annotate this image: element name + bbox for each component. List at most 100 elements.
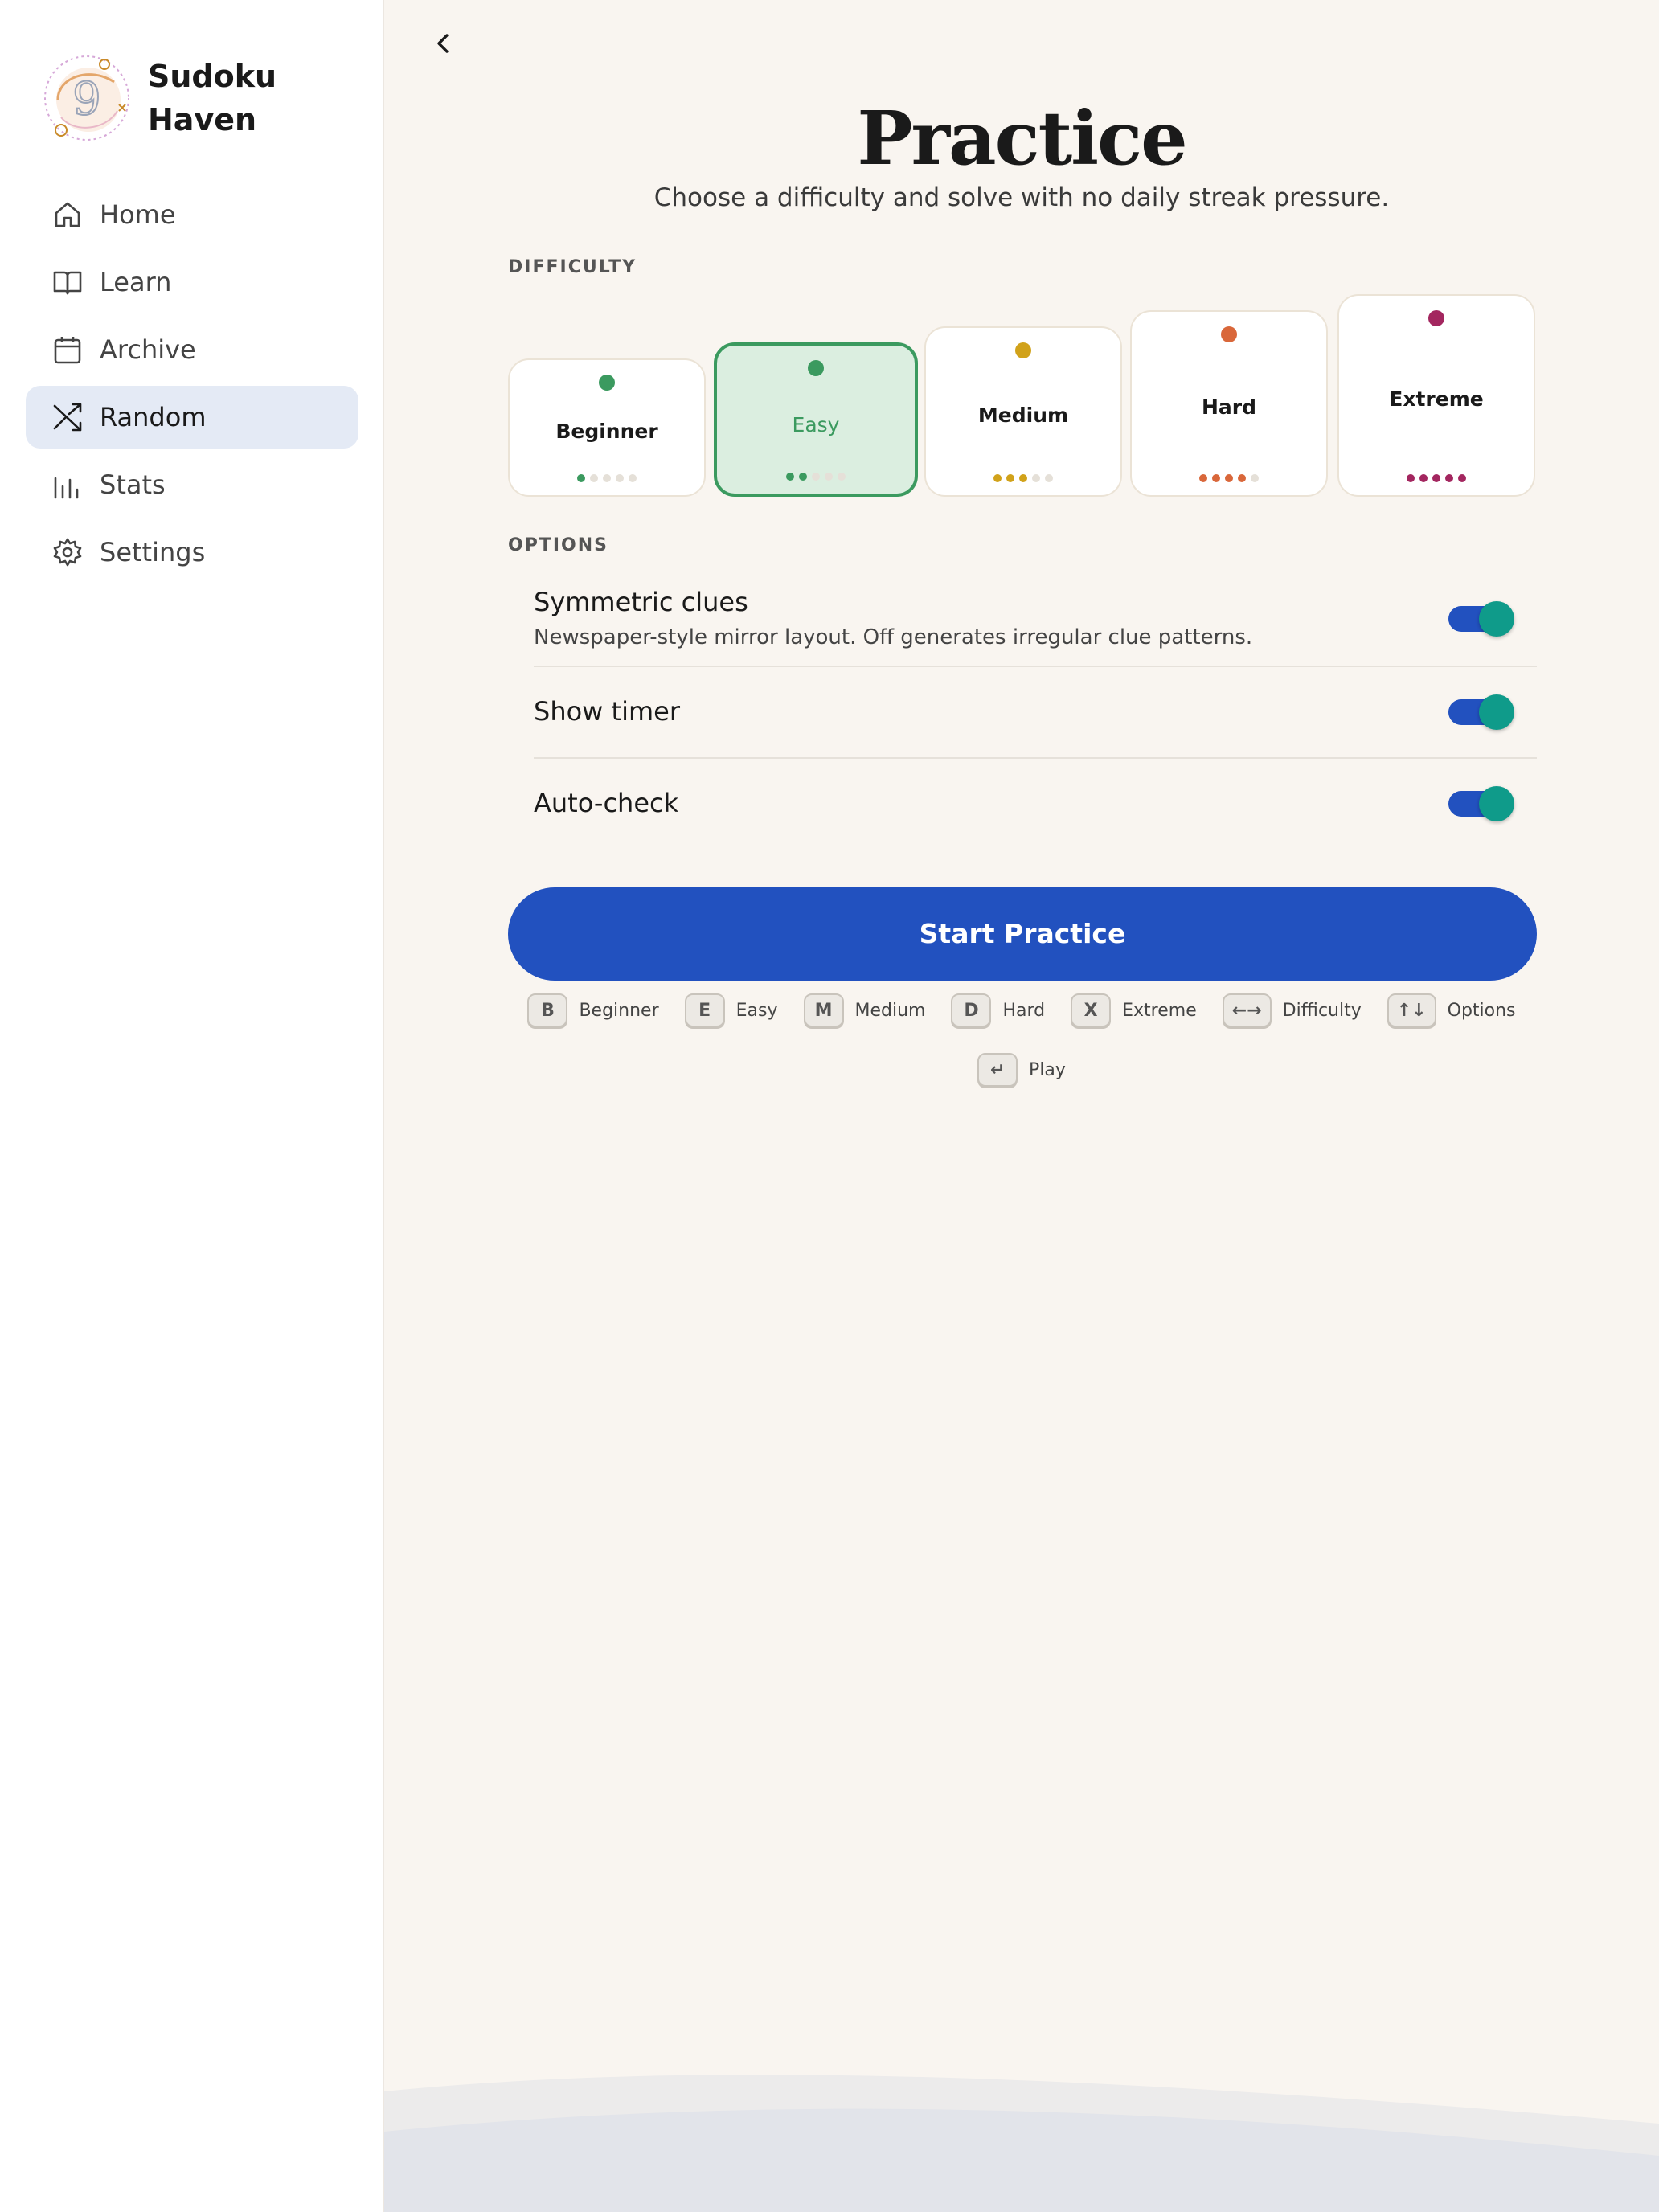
level-pip (1432, 474, 1440, 482)
level-pip (786, 473, 794, 481)
option-title: Auto-check (534, 788, 679, 818)
chevron-left-icon (437, 34, 449, 53)
page-subtitle: Choose a difficulty and solve with no da… (653, 183, 1390, 212)
shortcut-extreme: X Extreme (1071, 993, 1197, 1027)
shuffle-icon (53, 403, 82, 432)
keyboard-shortcuts: B Beginner E Easy M Medium D Hard X Extr… (384, 993, 1659, 1027)
brand[interactable]: 9 Sudoku Haven (42, 53, 309, 143)
bar-chart-icon (54, 477, 79, 499)
level-pip (1006, 474, 1014, 482)
sidebar-item-label: Learn (100, 267, 172, 297)
key-cap: M (803, 993, 844, 1027)
difficulty-section-label: DIFFICULTY (508, 257, 637, 277)
level-pip (1238, 474, 1246, 482)
level-pip (629, 474, 637, 482)
level-pip (1199, 474, 1207, 482)
divider (534, 666, 1537, 667)
level-pip (1251, 474, 1259, 482)
difficulty-pips (1132, 474, 1326, 482)
sidebar-item-label: Settings (100, 537, 206, 567)
level-pip (799, 473, 807, 481)
key-cap: ←→ (1222, 993, 1272, 1027)
shortcut-label: Hard (1002, 1000, 1046, 1021)
svg-text:9: 9 (72, 73, 101, 125)
shortcut-label: Options (1447, 1000, 1516, 1021)
auto-check-toggle[interactable] (1448, 786, 1514, 821)
shortcut-easy: E Easy (684, 993, 778, 1027)
difficulty-label: Easy (792, 413, 840, 436)
shortcut-beginner: B Beginner (527, 993, 659, 1027)
show-timer-toggle[interactable] (1448, 694, 1514, 730)
option-description: Newspaper-style mirror layout. Off gener… (534, 625, 1253, 649)
option-show-timer: Show timer (508, 696, 1537, 736)
symmetric-clues-toggle[interactable] (1448, 601, 1514, 637)
shortcut-label: Easy (735, 1000, 778, 1021)
sidebar: 9 Sudoku Haven Home Learn Archive Random… (0, 0, 384, 2212)
level-pip (603, 474, 611, 482)
difficulty-card-extreme[interactable]: Extreme (1337, 294, 1535, 497)
sidebar-item-label: Home (100, 199, 176, 230)
gear-icon (53, 538, 82, 567)
back-button[interactable] (429, 29, 458, 58)
sidebar-nav: Home Learn Archive Random Stats Settings (26, 183, 358, 588)
shortcut-label: Play (1029, 1059, 1066, 1080)
level-pip (838, 473, 846, 481)
level-pip (1407, 474, 1415, 482)
difficulty-dot (1428, 310, 1444, 326)
difficulty-card-medium[interactable]: Medium (924, 326, 1122, 497)
toggle-knob (1479, 786, 1514, 821)
keyboard-shortcuts-row-2: ↵ Play (384, 1053, 1659, 1087)
difficulty-dot (1221, 326, 1237, 342)
key-cap: X (1071, 993, 1112, 1027)
sidebar-item-random[interactable]: Random (26, 386, 358, 449)
app-name: Sudoku Haven (148, 59, 277, 137)
difficulty-dot (1015, 342, 1031, 358)
shortcut-options: ↑↓ Options (1387, 993, 1516, 1027)
decorative-wave (384, 2075, 1659, 2212)
sidebar-item-label: Archive (100, 334, 196, 365)
key-cap: D (951, 993, 992, 1027)
page-title: Practice (857, 95, 1187, 182)
level-pip (1212, 474, 1220, 482)
level-pip (1419, 474, 1428, 482)
level-pip (590, 474, 598, 482)
level-pip (577, 474, 585, 482)
start-practice-button[interactable]: Start Practice (508, 887, 1537, 981)
divider (534, 757, 1537, 759)
shortcut-play: ↵ Play (977, 1053, 1066, 1087)
difficulty-pips (926, 474, 1120, 482)
option-symmetric-clues: Symmetric clues Newspaper-style mirror l… (508, 584, 1537, 666)
calendar-icon (54, 337, 81, 364)
app-logo: 9 (42, 53, 132, 143)
difficulty-pips (717, 473, 915, 481)
key-cap: E (684, 993, 725, 1027)
shortcut-hard: D Hard (951, 993, 1045, 1027)
options-section-label: OPTIONS (508, 535, 608, 555)
sidebar-item-learn[interactable]: Learn (26, 251, 358, 313)
key-cap: B (527, 993, 568, 1027)
level-pip (993, 474, 1002, 482)
book-icon (53, 271, 82, 295)
level-pip (1458, 474, 1466, 482)
enter-key-icon: ↵ (977, 1053, 1018, 1087)
sidebar-item-label: Random (100, 402, 207, 432)
sidebar-item-stats[interactable]: Stats (26, 453, 358, 516)
key-cap: ↑↓ (1387, 993, 1436, 1027)
difficulty-card-easy[interactable]: Easy (714, 342, 918, 497)
sidebar-item-archive[interactable]: Archive (26, 318, 358, 381)
sidebar-item-home[interactable]: Home (26, 183, 358, 246)
difficulty-pips (1339, 474, 1534, 482)
shortcut-label: Difficulty (1282, 1000, 1362, 1021)
difficulty-label: Hard (1201, 395, 1257, 419)
difficulty-card-hard[interactable]: Hard (1130, 310, 1328, 497)
difficulty-card-beginner[interactable]: Beginner (508, 358, 706, 497)
difficulty-label: Beginner (555, 420, 658, 443)
level-pip (1225, 474, 1233, 482)
shortcut-label: Medium (854, 1000, 926, 1021)
difficulty-dot (599, 375, 615, 391)
sidebar-item-settings[interactable]: Settings (26, 521, 358, 584)
toggle-knob (1479, 601, 1514, 637)
sidebar-item-label: Stats (100, 469, 166, 500)
difficulty-label: Medium (977, 403, 1069, 427)
level-pip (1045, 474, 1053, 482)
